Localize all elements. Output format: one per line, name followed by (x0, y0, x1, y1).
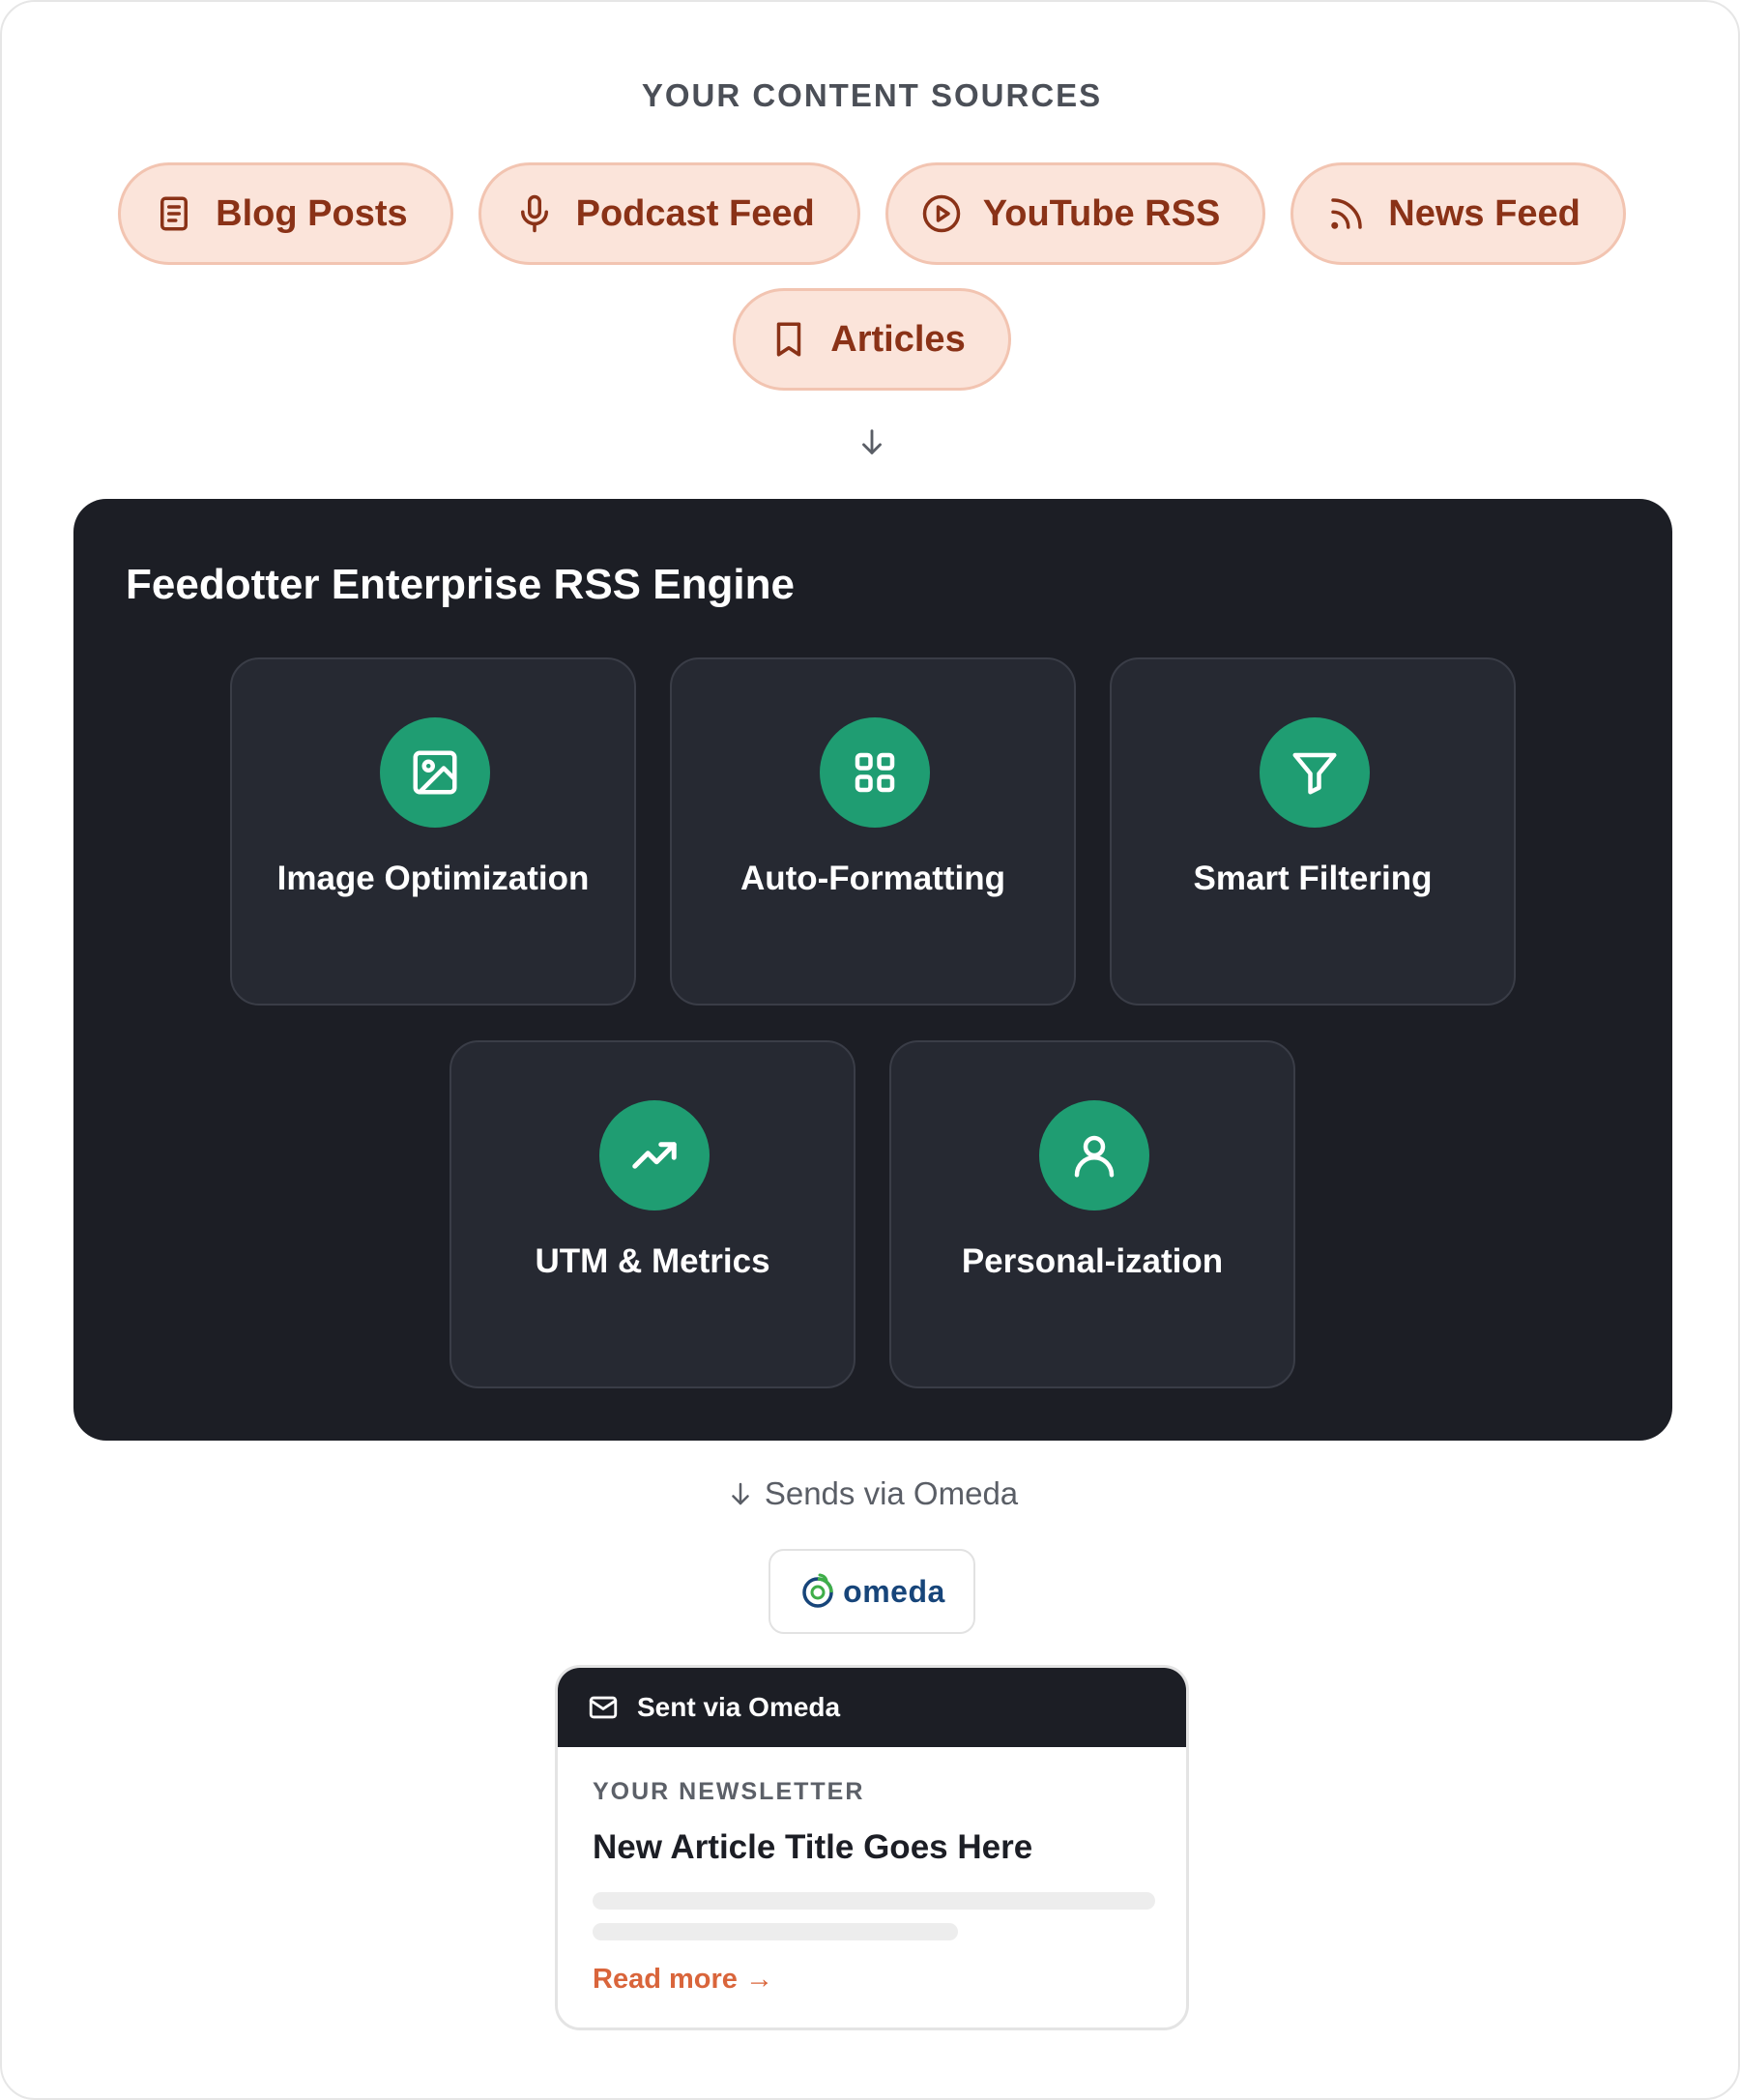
placeholder-text-line (593, 1892, 1155, 1910)
source-chip-label: Podcast Feed (575, 192, 815, 234)
source-chip-podcast-feed[interactable]: Podcast Feed (478, 162, 860, 265)
newsletter-eyebrow: YOUR NEWSLETTER (593, 1778, 865, 1805)
flow-arrow (2, 425, 1740, 458)
source-chip-label: Articles (830, 318, 966, 360)
feature-label: Smart Filtering (1193, 860, 1433, 897)
microphone-icon (520, 194, 548, 233)
sends-via-caption: Sends via Omeda (2, 1475, 1740, 1512)
source-chip-news-feed[interactable]: News Feed (1290, 162, 1626, 265)
newsletter-header: Sent via Omeda (558, 1668, 1186, 1747)
user-icon (1074, 1135, 1115, 1178)
read-more-link[interactable]: Read more → (593, 1964, 773, 1996)
feature-icon-badge (820, 717, 930, 828)
document-icon (160, 196, 188, 231)
feature-label: Auto-Formatting (740, 860, 1006, 897)
source-chip-articles[interactable]: Articles (733, 288, 1011, 391)
rss-engine-panel: Feedotter Enterprise RSS Engine Image Op… (73, 499, 1672, 1441)
feature-card-smart-filtering: Smart Filtering (1110, 657, 1516, 1006)
omeda-logo-icon (802, 1573, 833, 1608)
trending-up-icon (632, 1142, 677, 1169)
sources-title: YOUR CONTENT SOURCES (641, 77, 1103, 113)
feature-label: UTM & Metrics (535, 1242, 770, 1280)
bookmark-icon (777, 322, 801, 357)
feature-label: Personal-ization (961, 1242, 1224, 1280)
sends-via-text: Sends via Omeda (764, 1475, 1019, 1511)
omeda-logo-text: omeda (843, 1573, 945, 1609)
source-chip-youtube-rss[interactable]: YouTube RSS (884, 162, 1266, 265)
play-circle-icon (922, 194, 960, 233)
feature-icon-badge (380, 717, 490, 828)
page-frame: YOUR CONTENT SOURCES Blog Posts Podcast … (0, 0, 1740, 2100)
source-chip-label: Blog Posts (216, 192, 408, 234)
source-chips: Blog Posts Podcast Feed YouTube RSS News… (99, 162, 1645, 391)
feature-icon-badge (599, 1100, 710, 1210)
feature-card-personalization: Personal-ization (889, 1040, 1295, 1388)
newsletter-article-title: New Article Title Goes Here (593, 1828, 1033, 1866)
source-chip-label: News Feed (1388, 192, 1580, 234)
arrow-down-icon (862, 429, 882, 454)
source-chip-blog-posts[interactable]: Blog Posts (118, 162, 453, 265)
mail-icon (589, 1696, 618, 1719)
newsletter-header-text: Sent via Omeda (637, 1692, 841, 1722)
placeholder-text-line (593, 1923, 958, 1940)
newsletter-preview-card: Sent via Omeda YOUR NEWSLETTER New Artic… (555, 1665, 1189, 2030)
image-icon (413, 750, 457, 795)
feature-icon-badge (1039, 1100, 1149, 1210)
rss-icon (1331, 198, 1363, 229)
feature-card-utm-metrics: UTM & Metrics (450, 1040, 856, 1388)
feature-icon-badge (1260, 717, 1370, 828)
source-chip-label: YouTube RSS (982, 192, 1221, 234)
grid-icon (855, 752, 895, 793)
feature-label: Image Optimization (276, 860, 590, 897)
arrow-down-icon (732, 1482, 749, 1505)
feature-card-auto-formatting: Auto-Formatting (670, 657, 1076, 1006)
feature-card-image-optimization: Image Optimization (230, 657, 636, 1006)
omeda-logo-badge: omeda (768, 1549, 975, 1634)
filter-icon (1292, 752, 1337, 795)
engine-title: Feedotter Enterprise RSS Engine (126, 561, 795, 608)
